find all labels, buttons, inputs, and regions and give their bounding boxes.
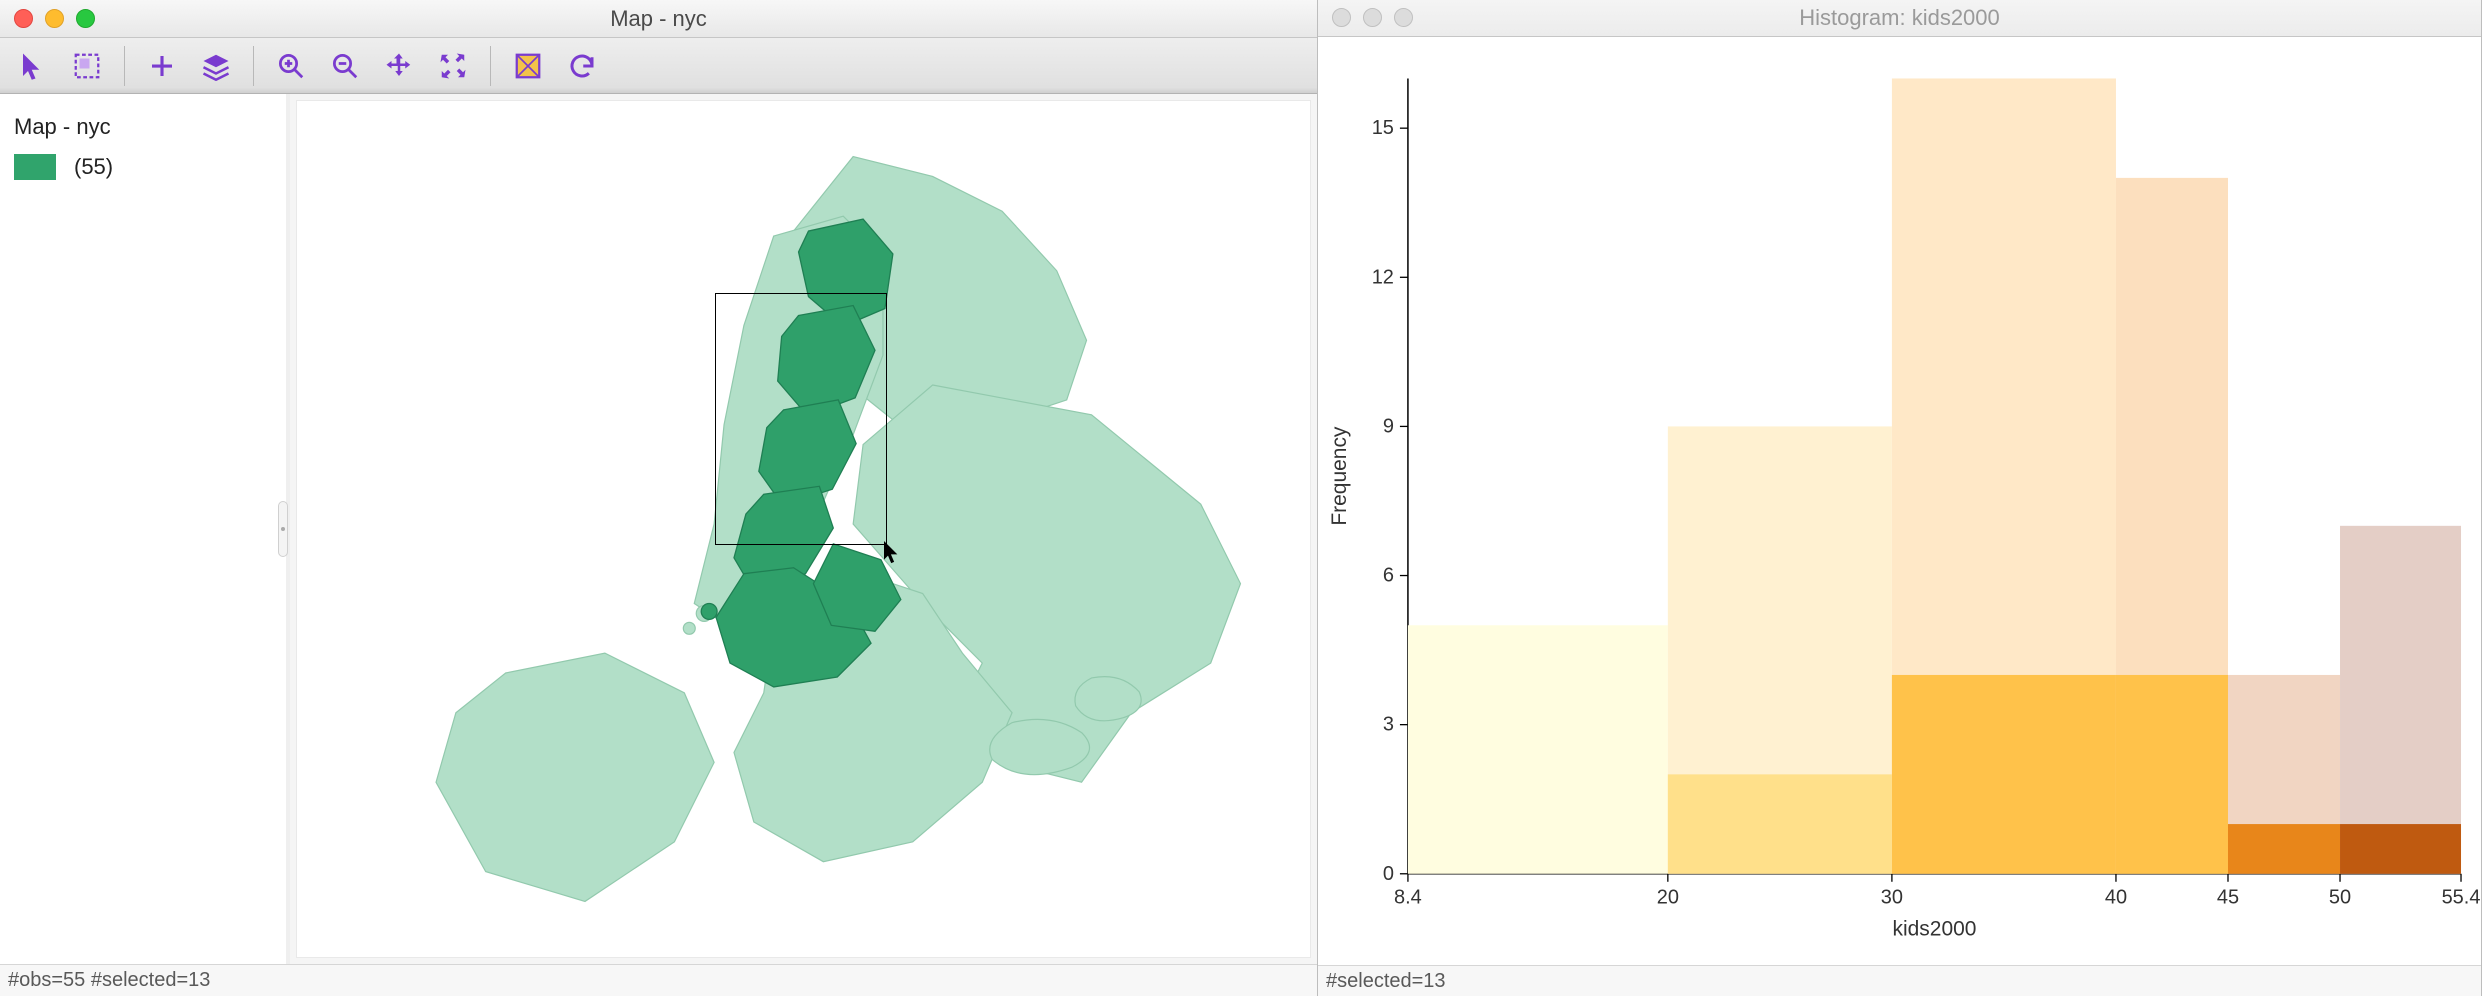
- window-controls-inactive: [1318, 8, 1413, 27]
- cursor-icon: [883, 541, 901, 565]
- zoom-in-tool[interactable]: [266, 44, 316, 88]
- map-canvas[interactable]: [296, 100, 1311, 958]
- hist-window-title: Histogram: kids2000: [1318, 5, 2481, 31]
- hist-statusbar: #selected=13: [1318, 965, 2481, 996]
- zoom-extent-tool[interactable]: [428, 44, 478, 88]
- svg-text:12: 12: [1372, 266, 1394, 288]
- svg-text:6: 6: [1383, 564, 1394, 586]
- select-rect-icon: [72, 51, 102, 81]
- histogram-window: Histogram: kids2000 0 3 6 9 12 15 8.4 20 30 40 45 5…: [1318, 0, 2482, 996]
- svg-text:9: 9: [1383, 415, 1394, 437]
- svg-text:20: 20: [1657, 887, 1679, 909]
- svg-text:30: 30: [1881, 887, 1903, 909]
- hist-titlebar[interactable]: Histogram: kids2000: [1318, 0, 2481, 37]
- close-button[interactable]: [14, 9, 33, 28]
- pane-resize-handle[interactable]: [278, 501, 288, 557]
- layers-tool[interactable]: [191, 44, 241, 88]
- minimize-button[interactable]: [1363, 8, 1382, 27]
- zoom-extent-icon: [438, 51, 468, 81]
- brush-rect-icon: [513, 51, 543, 81]
- map-window: Map - nyc: [0, 0, 1318, 996]
- legend-swatch: [14, 154, 56, 180]
- refresh-tool[interactable]: [557, 44, 607, 88]
- svg-text:Frequency: Frequency: [1328, 426, 1351, 526]
- hist-status-text: #selected=13: [1326, 970, 1446, 993]
- histogram-chart: 0 3 6 9 12 15 8.4 20 30 40 45 50 55.4 kids2000 Frequen…: [1318, 37, 2481, 965]
- add-icon: [147, 51, 177, 81]
- select-map-tool[interactable]: [62, 44, 112, 88]
- svg-text:kids2000: kids2000: [1893, 918, 1977, 941]
- svg-text:50: 50: [2329, 887, 2351, 909]
- histogram-canvas[interactable]: 0 3 6 9 12 15 8.4 20 30 40 45 50 55.4 kids2000 Frequen…: [1318, 37, 2481, 965]
- brush-selection-rect[interactable]: [715, 293, 887, 545]
- pointer-icon: [18, 51, 48, 81]
- pointer-tool[interactable]: [8, 44, 58, 88]
- map-titlebar[interactable]: Map - nyc: [0, 0, 1317, 38]
- toolbar-separator: [124, 46, 125, 86]
- legend-entry[interactable]: (55): [14, 154, 272, 180]
- refresh-icon: [567, 51, 597, 81]
- svg-text:15: 15: [1372, 117, 1394, 139]
- legend-count: (55): [74, 154, 113, 180]
- maximize-button[interactable]: [76, 9, 95, 28]
- toolbar-separator: [253, 46, 254, 86]
- svg-text:0: 0: [1383, 863, 1394, 885]
- brush-rect-tool[interactable]: [503, 44, 553, 88]
- svg-text:40: 40: [2105, 887, 2127, 909]
- maximize-button[interactable]: [1394, 8, 1413, 27]
- map-window-title: Map - nyc: [0, 6, 1317, 32]
- svg-text:8.4: 8.4: [1394, 887, 1422, 909]
- svg-text:3: 3: [1383, 713, 1394, 735]
- add-tool[interactable]: [137, 44, 187, 88]
- zoom-out-icon: [330, 51, 360, 81]
- pan-icon: [384, 51, 414, 81]
- svg-text:45: 45: [2217, 887, 2239, 909]
- window-controls: [0, 9, 95, 28]
- map-status-text: #obs=55 #selected=13: [8, 969, 210, 992]
- zoom-in-icon: [276, 51, 306, 81]
- legend-title: Map - nyc: [14, 114, 272, 140]
- svg-text:55.4: 55.4: [2442, 887, 2481, 909]
- close-button[interactable]: [1332, 8, 1351, 27]
- layers-icon: [201, 51, 231, 81]
- zoom-out-tool[interactable]: [320, 44, 370, 88]
- map-toolbar: [0, 38, 1317, 94]
- pan-tool[interactable]: [374, 44, 424, 88]
- map-statusbar: #obs=55 #selected=13: [0, 964, 1317, 996]
- legend-pane: Map - nyc (55): [0, 94, 290, 964]
- toolbar-separator: [490, 46, 491, 86]
- minimize-button[interactable]: [45, 9, 64, 28]
